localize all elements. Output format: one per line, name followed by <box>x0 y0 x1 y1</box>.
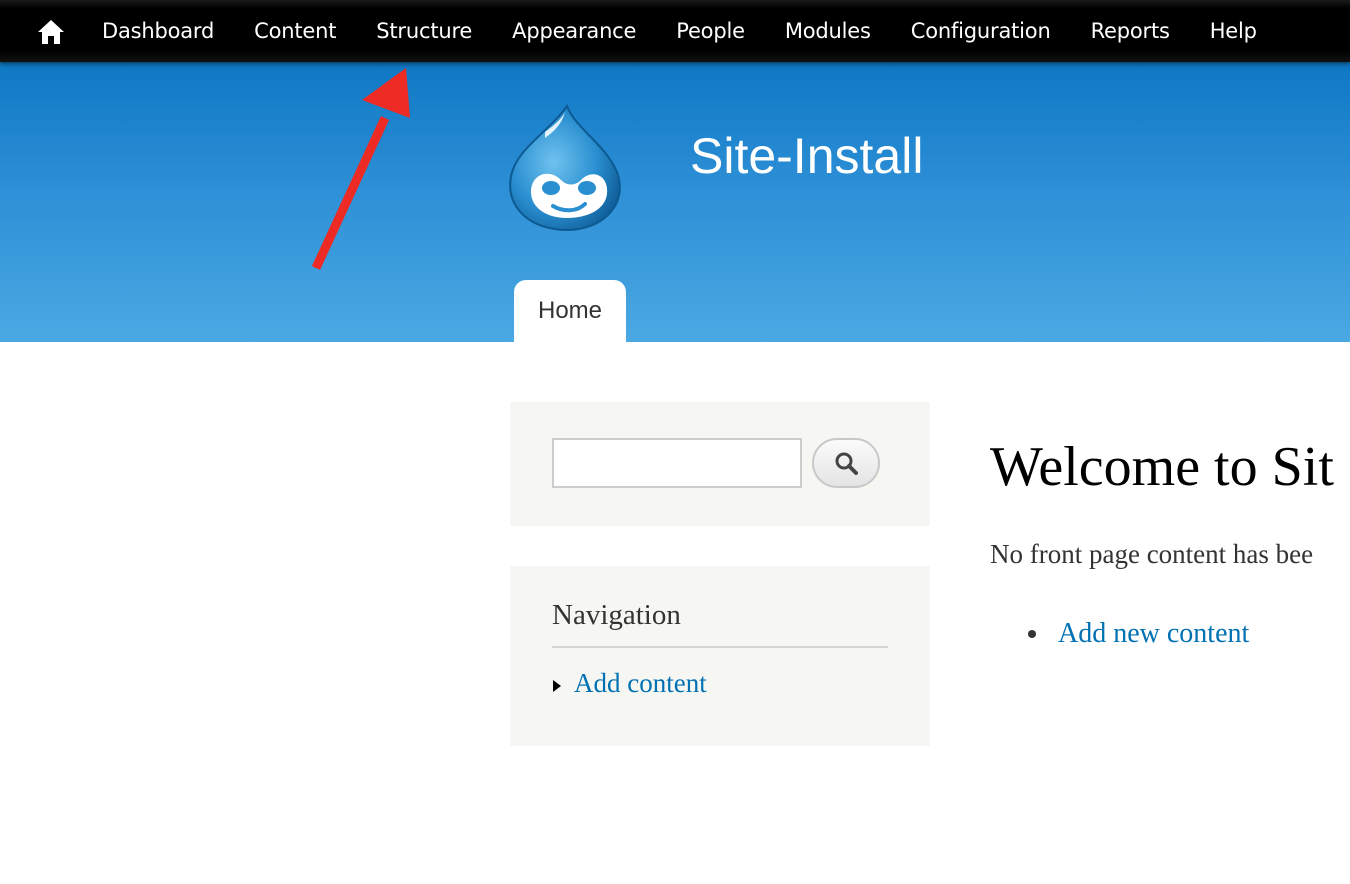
site-header: Site-Install Home <box>0 62 1350 342</box>
add-new-content-link[interactable]: Add new content <box>1058 618 1249 650</box>
list-item: Add new content <box>1028 618 1249 650</box>
front-page-message: No front page content has bee <box>990 539 1314 569</box>
magnifier-icon <box>835 452 858 475</box>
admin-menu: Dashboard Content Structure Appearance P… <box>82 0 1277 62</box>
bullet-icon <box>1028 630 1036 638</box>
page-title: Welcome to Sit <box>990 436 1334 498</box>
menu-item-modules[interactable]: Modules <box>765 0 891 62</box>
menu-item-configuration[interactable]: Configuration <box>891 0 1071 62</box>
navigation-title: Navigation <box>552 596 888 648</box>
home-icon[interactable] <box>36 18 66 46</box>
menu-item-structure[interactable]: Structure <box>356 0 492 62</box>
nav-item-add-content: Add content <box>552 668 707 699</box>
admin-toolbar: Dashboard Content Structure Appearance P… <box>0 0 1350 62</box>
add-content-link[interactable]: Add content <box>574 668 707 699</box>
search-input[interactable] <box>552 438 802 488</box>
menu-item-reports[interactable]: Reports <box>1071 0 1190 62</box>
navigation-block: Navigation Add content <box>510 566 930 746</box>
drupal-logo-icon[interactable] <box>505 102 625 234</box>
menu-item-appearance[interactable]: Appearance <box>492 0 656 62</box>
search-button[interactable] <box>812 438 880 488</box>
menu-item-help[interactable]: Help <box>1190 0 1277 62</box>
site-name[interactable]: Site-Install <box>690 126 923 186</box>
search-block <box>510 402 930 526</box>
triangle-right-icon <box>553 679 561 692</box>
menu-item-people[interactable]: People <box>656 0 765 62</box>
menu-item-content[interactable]: Content <box>234 0 356 62</box>
menu-item-dashboard[interactable]: Dashboard <box>82 0 234 62</box>
tab-home[interactable]: Home <box>514 280 626 342</box>
